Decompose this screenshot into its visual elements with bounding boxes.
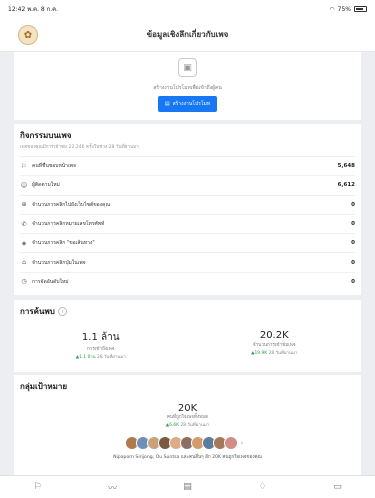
page-title: ข้อมูลเชิงลึกเกี่ยวกับเพจ	[146, 30, 229, 39]
discovery-title: การค้นพบ	[20, 307, 55, 316]
app-header: ✿ ข้อมูลเชิงลึกเกี่ยวกับเพจ	[0, 18, 375, 52]
activity-row-value: 0	[351, 240, 355, 247]
reach-label: การเข้าถึงเพจ	[87, 347, 115, 352]
page-avatar-icon[interactable]: ✿	[18, 25, 38, 45]
activity-row[interactable]: ✆ จำนวนการคลิกหมายเลขโทรศัพท์ 0	[20, 213, 355, 233]
likes-change: ▲6.6K	[165, 423, 180, 428]
empty-state-text: สร้างงานโปรโมทเพื่อเข้าถึงผู้คน	[153, 85, 222, 91]
create-promotion-button[interactable]: ▤ สร้างงานโปรโมท	[157, 96, 218, 112]
battery-icon	[354, 6, 367, 12]
activity-row-label: การจัดอันดับใหม่	[32, 278, 69, 285]
likes-period: 28 วันที่ผ่านมา	[180, 423, 210, 428]
page-activity-section: กิจกรรมบนเพจ เพจของคุณมีการเข้าชม 22,246…	[14, 124, 361, 295]
activity-row-label: จำนวนการคลิกปุ่มในเพจ	[32, 259, 86, 266]
activity-row-label: จำนวนการคลิก "ขอเส้นทาง"	[32, 240, 95, 247]
views-change: ▲19.9K	[251, 351, 268, 356]
activity-row-label: จำนวนการคลิกไปยังเว็บไซต์ของคุณ	[32, 201, 111, 208]
activity-row[interactable]: ⚐ คนที่ชื่นชอบหน้าเพจ 5,648	[20, 156, 355, 175]
activity-row-value: 0	[351, 278, 355, 285]
activity-row[interactable]: ◈ จำนวนการคลิก "ขอเส้นทาง" 0	[20, 233, 355, 252]
activity-row[interactable]: ⌂ จำนวนการคลิกปุ่มในเพจ 0	[20, 252, 355, 271]
globe-icon: ⊕	[21, 201, 27, 209]
tab-insights-icon[interactable]: 〰	[93, 481, 133, 494]
status-time: 12:42 พ.ค. 8 ก.ค.	[8, 6, 59, 13]
status-bar: 12:42 พ.ค. 8 ก.ค. ◠ 75%	[0, 0, 375, 18]
clock-icon: ◷	[21, 278, 27, 286]
phone-icon: ✆	[21, 220, 27, 228]
activity-row[interactable]: ◷ การจัดอันดับใหม่ 0	[20, 271, 355, 291]
tab-pages-icon[interactable]: ⚐	[18, 482, 58, 492]
discovery-section: การค้นพบ i 1.1 ล้าน การเข้าถึงเพจ ▲1.1 ล…	[14, 300, 361, 372]
avatar	[223, 436, 238, 450]
views-label: จำนวนการเข้าชมเพจ	[252, 343, 296, 348]
total-likes-value: 20K	[177, 403, 198, 414]
chevron-right-icon[interactable]: ›	[241, 436, 251, 450]
tab-posts-icon[interactable]: ▤	[168, 482, 208, 492]
audience-title: กลุ่มเป้าหมาย	[20, 382, 68, 391]
tab-inbox-icon[interactable]: ▭	[318, 482, 358, 492]
activity-row-label: คนที่ชื่นชอบหน้าเพจ	[32, 163, 76, 170]
audience-section: กลุ่มเป้าหมาย 20K คนที่ถูกใจเพจทั้งหมด ▲…	[14, 375, 361, 475]
calendar-icon: ▣	[178, 58, 197, 77]
people-icon: ☺	[20, 181, 28, 189]
liker-avatars[interactable]: ›	[14, 436, 361, 450]
reach-change: ▲1.1 ล้าน	[75, 355, 96, 360]
megaphone-icon: ▤	[164, 101, 170, 107]
bottom-tab-bar: ⚐ 〰 ▤ ♢ ▭	[0, 475, 375, 498]
likers-text: Nipaporn Sirijong, Ou Suntsa และคนอื่นๆ …	[113, 455, 262, 460]
activity-row-label: จำนวนการคลิกหมายเลขโทรศัพท์	[32, 221, 105, 228]
views-value: 20.2K	[259, 330, 289, 341]
flag-icon: ⚐	[21, 162, 27, 170]
battery-percent: 75%	[337, 5, 351, 13]
info-icon[interactable]: i	[57, 307, 67, 316]
views-period: 28 วันที่ผ่านมา	[268, 351, 298, 356]
reach-period: 28 วันที่ผ่านมา	[97, 355, 126, 360]
promote-empty-state: ▣ สร้างงานโปรโมทเพื่อเข้าถึงผู้คน ▤ สร้า…	[14, 52, 361, 120]
activity-row-value: 6,612	[337, 182, 355, 189]
reach-value: 1.1 ล้าน	[81, 332, 120, 343]
tab-notifications-icon[interactable]: ♢	[243, 482, 283, 492]
reach-stat[interactable]: 1.1 ล้าน การเข้าถึงเพจ ▲1.1 ล้าน 28 วันท…	[14, 330, 188, 360]
activity-row-value: 5,648	[337, 163, 355, 170]
activity-subtitle: เพจของคุณมีการเข้าชม 22,246 ครั้งในช่วง …	[20, 145, 139, 150]
activity-title: กิจกรรมบนเพจ	[20, 131, 72, 140]
views-stat[interactable]: 20.2K จำนวนการเข้าชมเพจ ▲19.9K 28 วันที่…	[188, 330, 362, 360]
activity-row-value: 0	[351, 221, 355, 228]
wifi-icon: ◠	[329, 5, 335, 13]
activity-row[interactable]: ⊕ จำนวนการคลิกไปยังเว็บไซต์ของคุณ 0	[20, 194, 355, 214]
tag-icon: ⌂	[22, 259, 26, 267]
total-likes-label: คนที่ถูกใจเพจทั้งหมด	[166, 415, 209, 420]
direction-icon: ◈	[21, 239, 27, 247]
activity-row[interactable]: ☺ ผู้ติดตามใหม่ 6,612	[20, 175, 355, 194]
create-promotion-label: สร้างงานโปรโมท	[172, 101, 211, 107]
activity-row-value: 0	[351, 259, 355, 266]
activity-row-value: 0	[351, 201, 355, 208]
activity-row-label: ผู้ติดตามใหม่	[32, 182, 60, 189]
